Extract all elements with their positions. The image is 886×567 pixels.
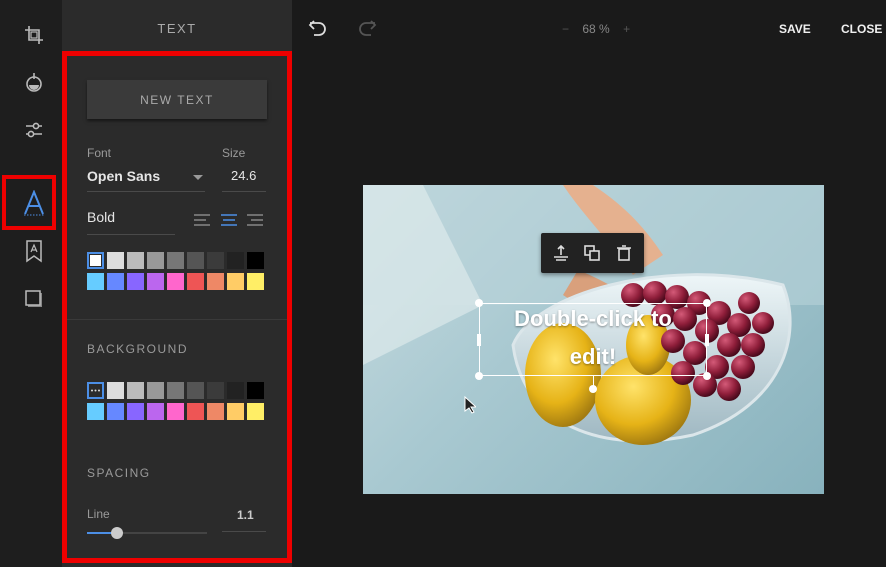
canvas-text-line: edit! <box>569 344 617 369</box>
redo-icon[interactable] <box>357 19 377 42</box>
new-text-button[interactable]: NEW TEXT <box>87 80 267 119</box>
size-label: Size <box>222 146 246 160</box>
save-button[interactable]: SAVE <box>779 22 811 36</box>
color-swatch[interactable] <box>207 382 224 399</box>
color-swatch[interactable] <box>127 382 144 399</box>
color-swatch[interactable] <box>107 403 124 420</box>
align-left-icon[interactable] <box>194 213 211 231</box>
delete-icon[interactable] <box>614 243 634 263</box>
adjust-icon[interactable] <box>18 114 50 146</box>
line-spacing-slider[interactable] <box>87 527 207 539</box>
rotate-handle[interactable] <box>589 385 597 393</box>
weight-select[interactable]: Bold <box>87 209 115 225</box>
color-swatch[interactable] <box>87 273 104 290</box>
color-swatch[interactable] <box>147 273 164 290</box>
color-swatch[interactable] <box>107 252 124 269</box>
mouse-cursor-icon <box>464 395 478 419</box>
crop-icon[interactable] <box>18 19 50 51</box>
resize-handle-top-right[interactable] <box>703 299 711 307</box>
line-label: Line <box>87 507 110 521</box>
text-color-palette <box>87 252 264 290</box>
color-swatch[interactable] <box>167 252 184 269</box>
sticker-icon[interactable] <box>18 235 50 267</box>
line-spacing-input[interactable]: 1.1 <box>237 508 254 522</box>
color-swatch[interactable] <box>127 403 144 420</box>
color-swatch[interactable] <box>87 403 104 420</box>
color-swatch[interactable] <box>227 252 244 269</box>
color-swatch[interactable] <box>247 382 264 399</box>
zoom-out-button[interactable]: − <box>562 22 569 36</box>
background-section-title: BACKGROUND <box>87 342 189 356</box>
slider-thumb[interactable] <box>111 527 123 539</box>
zoom-control: − 68 % + <box>562 22 630 36</box>
color-swatch[interactable] <box>207 403 224 420</box>
color-swatch[interactable] <box>147 252 164 269</box>
tool-rail <box>0 0 62 567</box>
font-underline <box>87 191 205 192</box>
color-swatch[interactable] <box>247 403 264 420</box>
color-swatch[interactable] <box>187 273 204 290</box>
resize-handle-bottom-right[interactable] <box>703 372 711 380</box>
canvas-text-line: Double-click to <box>514 306 672 331</box>
section-divider <box>62 319 292 320</box>
color-swatch[interactable] <box>167 273 184 290</box>
frame-icon[interactable] <box>18 283 50 315</box>
close-button[interactable]: CLOSE <box>841 22 882 36</box>
color-swatch[interactable] <box>187 382 204 399</box>
duplicate-icon[interactable] <box>582 243 602 263</box>
undo-icon[interactable] <box>308 19 328 42</box>
filter-icon[interactable] <box>18 66 50 98</box>
zoom-level: 68 % <box>582 22 610 36</box>
resize-handle-left[interactable] <box>477 334 481 346</box>
canvas-text[interactable]: Double-click to edit! <box>479 300 707 376</box>
color-swatch[interactable] <box>107 273 124 290</box>
color-swatch[interactable] <box>127 252 144 269</box>
color-swatch[interactable] <box>187 403 204 420</box>
resize-handle-top-left[interactable] <box>475 299 483 307</box>
align-right-icon[interactable] <box>247 213 264 231</box>
color-swatch[interactable] <box>207 273 224 290</box>
color-swatch[interactable] <box>127 273 144 290</box>
weight-underline <box>87 234 175 235</box>
color-swatch[interactable] <box>247 252 264 269</box>
color-swatch[interactable] <box>107 382 124 399</box>
bring-forward-icon[interactable] <box>551 243 571 263</box>
color-swatch[interactable] <box>227 382 244 399</box>
color-swatch[interactable] <box>227 273 244 290</box>
zoom-in-button[interactable]: + <box>623 22 630 36</box>
color-swatch[interactable] <box>87 382 104 399</box>
chevron-down-icon[interactable] <box>193 175 203 180</box>
resize-handle-right[interactable] <box>705 334 709 346</box>
active-tool-highlight <box>2 175 56 230</box>
size-underline <box>222 191 266 192</box>
color-swatch[interactable] <box>87 252 104 269</box>
background-color-palette <box>87 382 264 420</box>
color-swatch[interactable] <box>147 403 164 420</box>
color-swatch[interactable] <box>227 403 244 420</box>
font-select[interactable]: Open Sans <box>87 168 160 184</box>
font-label: Font <box>87 146 112 160</box>
text-toolbar <box>541 233 644 273</box>
align-center-icon[interactable] <box>221 213 238 231</box>
resize-handle-bottom-left[interactable] <box>475 372 483 380</box>
color-swatch[interactable] <box>167 403 184 420</box>
color-swatch[interactable] <box>247 273 264 290</box>
color-swatch[interactable] <box>167 382 184 399</box>
spacing-section-title: SPACING <box>87 466 151 480</box>
dots-icon <box>91 389 100 392</box>
color-swatch[interactable] <box>207 252 224 269</box>
line-underline <box>222 531 266 532</box>
color-swatch[interactable] <box>187 252 204 269</box>
size-input[interactable]: 24.6 <box>231 168 256 183</box>
color-swatch[interactable] <box>147 382 164 399</box>
panel-title: TEXT <box>157 21 197 36</box>
